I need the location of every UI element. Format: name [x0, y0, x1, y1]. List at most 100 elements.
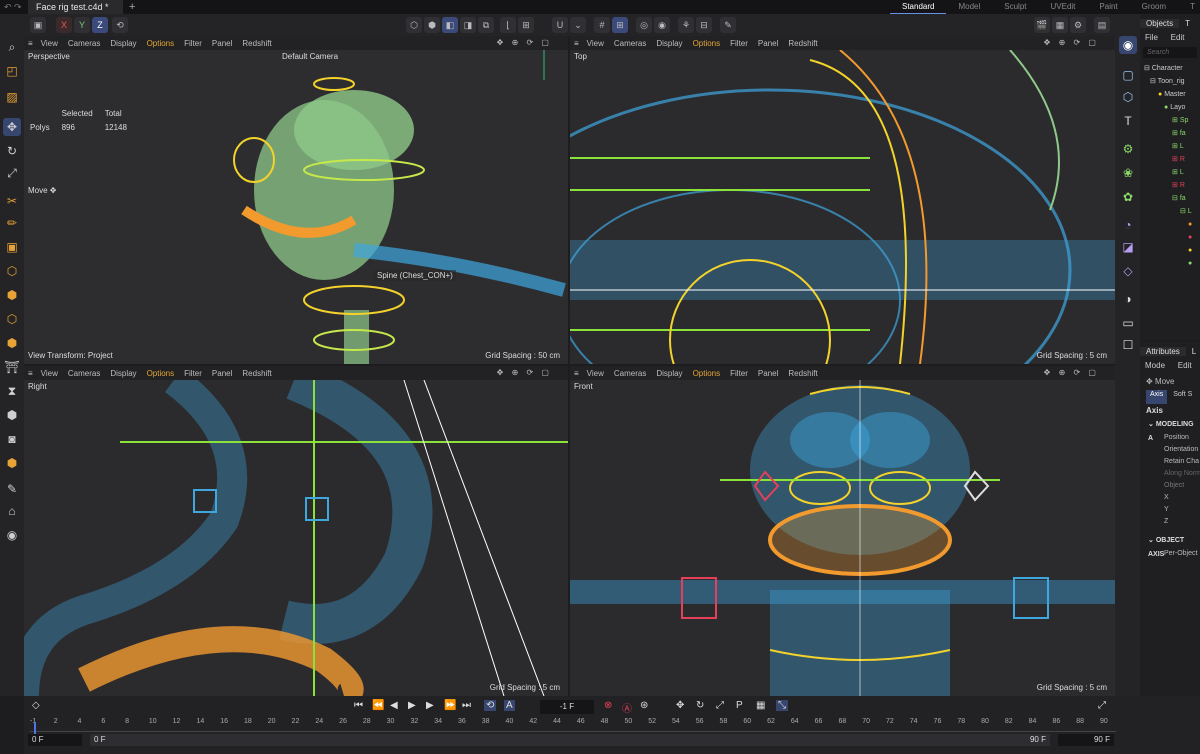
viewport-right[interactable]: ≡ View Cameras Display Options Filter Pa…: [24, 366, 568, 696]
coordinate-system-icon[interactable]: ⟲: [112, 17, 128, 33]
tweak-icon[interactable]: ✎: [720, 17, 736, 33]
solo-icon[interactable]: ◎: [636, 17, 652, 33]
motion-path-icon[interactable]: ⤡: [776, 700, 788, 711]
z-axis-button[interactable]: Z: [92, 17, 108, 33]
menu-redshift[interactable]: Redshift: [788, 369, 817, 378]
layout-standard[interactable]: Standard: [890, 0, 947, 14]
scale-key-icon[interactable]: ⤢: [716, 700, 724, 711]
interactive-render-icon[interactable]: ▤: [1094, 17, 1110, 33]
search-icon[interactable]: ⌕: [3, 38, 21, 56]
menu-redshift[interactable]: Redshift: [242, 39, 271, 48]
texture-mode-icon[interactable]: ⊞: [518, 17, 534, 33]
solo-hierarchy-icon[interactable]: ◉: [654, 17, 670, 33]
camera-icon[interactable]: ◉: [3, 526, 21, 544]
menu-display[interactable]: Display: [656, 39, 682, 48]
autokey-icon[interactable]: Ⓐ: [622, 700, 632, 715]
weld-icon[interactable]: ⛩: [3, 358, 21, 376]
polygon-pen-icon[interactable]: ▣: [3, 238, 21, 256]
cube-object-icon[interactable]: ▢: [1119, 66, 1137, 84]
live-selection-icon[interactable]: ◰: [3, 62, 21, 80]
viewport-top[interactable]: ≡ View Cameras Display Options Filter Pa…: [570, 36, 1115, 364]
pla-key-icon[interactable]: ▦: [756, 700, 765, 711]
menu-panel[interactable]: Panel: [758, 39, 778, 48]
grid-icon[interactable]: ⊞: [612, 17, 628, 33]
current-frame-field[interactable]: -1 F: [540, 700, 594, 714]
menu-redshift[interactable]: Redshift: [242, 369, 271, 378]
knife-icon[interactable]: ✂: [3, 192, 21, 210]
layout-paint[interactable]: Paint: [1087, 0, 1129, 14]
snap-settings-icon[interactable]: ⌄: [570, 17, 586, 33]
primitive-icon[interactable]: ⬡: [1119, 88, 1137, 106]
attr-retain-changes[interactable]: Retain Cha: [1140, 456, 1200, 468]
render-settings-icon[interactable]: ⚙: [1070, 17, 1086, 33]
menu-filter[interactable]: Filter: [184, 369, 202, 378]
viewport-perspective[interactable]: ≡ View Cameras Display Options Filter Pa…: [24, 36, 568, 364]
subtab-axis[interactable]: Axis: [1146, 390, 1168, 404]
subtab-soft-selection[interactable]: Soft S: [1171, 390, 1194, 404]
brush-icon[interactable]: ✏: [3, 214, 21, 232]
keyframe-icon[interactable]: ◇: [32, 700, 40, 711]
viewport-front[interactable]: ≡ View Cameras Display Options Filter Pa…: [570, 366, 1115, 696]
mograph-icon[interactable]: ❀: [1119, 164, 1137, 182]
polygon-mode-icon[interactable]: ◧: [442, 17, 458, 33]
tab-takes[interactable]: T: [1179, 19, 1196, 28]
tree-item[interactable]: ● Layo: [1140, 101, 1200, 114]
point-mode-icon[interactable]: ⬡: [406, 17, 422, 33]
tab-attributes[interactable]: Attributes: [1140, 346, 1186, 356]
text-icon[interactable]: T: [1119, 112, 1137, 130]
document-tab[interactable]: Face rig test.c4d * ×: [28, 0, 123, 26]
tree-item[interactable]: ⊞ R: [1140, 153, 1200, 166]
tree-item[interactable]: ⊟ fa: [1140, 192, 1200, 205]
cube-icon[interactable]: ▣: [30, 17, 46, 33]
frame-ruler[interactable]: -124681012141618202224262830323436384042…: [30, 718, 1116, 732]
attr-x[interactable]: X: [1140, 492, 1200, 504]
menu-panel[interactable]: Panel: [212, 369, 232, 378]
expand-timeline-icon[interactable]: ⤢: [1098, 700, 1106, 711]
menu-cameras[interactable]: Cameras: [68, 39, 100, 48]
param-key-icon[interactable]: P: [736, 700, 743, 711]
hamburger-icon[interactable]: ≡: [28, 369, 33, 378]
menu-options[interactable]: Options: [693, 369, 721, 378]
environment-icon[interactable]: ◑: [1119, 290, 1137, 308]
tree-item[interactable]: ⊞ Sp: [1140, 114, 1200, 127]
light-icon[interactable]: ☐: [1119, 336, 1137, 354]
viewport-nav-icons[interactable]: ✥ ⊕ ⟳ ▢: [1044, 368, 1099, 377]
menu-view[interactable]: View: [587, 369, 604, 378]
tree-item[interactable]: ● Master: [1140, 88, 1200, 101]
modeling-axis-header[interactable]: ⌄ MODELING A: [1140, 418, 1200, 442]
y-axis-button[interactable]: Y: [74, 17, 90, 33]
cloner-icon[interactable]: ✿: [1119, 188, 1137, 206]
attr-y[interactable]: Y: [1140, 504, 1200, 516]
objects-search-input[interactable]: Search: [1143, 47, 1197, 58]
menu-cameras[interactable]: Cameras: [614, 39, 646, 48]
next-frame-icon[interactable]: ▶: [426, 700, 434, 711]
tree-item[interactable]: ⊞ R: [1140, 179, 1200, 192]
rotate-tool-icon[interactable]: ↻: [3, 142, 21, 160]
lock-icon[interactable]: ⊟: [696, 17, 712, 33]
tree-item[interactable]: ●: [1140, 244, 1200, 257]
menu-display[interactable]: Display: [110, 369, 136, 378]
menu-filter[interactable]: Filter: [730, 369, 748, 378]
tree-item[interactable]: ●: [1140, 218, 1200, 231]
menu-display[interactable]: Display: [656, 369, 682, 378]
menu-mode[interactable]: Mode: [1140, 361, 1170, 370]
menu-edit[interactable]: Edit: [1166, 33, 1190, 42]
menu-cameras[interactable]: Cameras: [68, 369, 100, 378]
preview-range-slider[interactable]: 0 F 90 F: [90, 734, 1050, 746]
menu-options[interactable]: Options: [147, 369, 175, 378]
viewport-nav-icons[interactable]: ✥ ⊕ ⟳ ▢: [1044, 38, 1099, 47]
hamburger-icon[interactable]: ≡: [28, 39, 33, 48]
camera-object-icon[interactable]: ▭: [1119, 314, 1137, 332]
move-tool-icon[interactable]: ✥: [3, 118, 21, 136]
symmetry-icon[interactable]: ⚘: [678, 17, 694, 33]
tree-item[interactable]: ⊞ L: [1140, 166, 1200, 179]
hamburger-icon[interactable]: ≡: [574, 39, 579, 48]
pin-icon[interactable]: ◉: [1119, 36, 1137, 54]
layout-groom[interactable]: Groom: [1130, 0, 1178, 14]
menu-view[interactable]: View: [587, 39, 604, 48]
render-view-icon[interactable]: 🎬: [1034, 17, 1050, 33]
menu-panel[interactable]: Panel: [758, 369, 778, 378]
tree-item[interactable]: ●: [1140, 257, 1200, 270]
start-frame-field[interactable]: 0 F: [28, 734, 82, 746]
record-active-icon[interactable]: ⊗: [604, 700, 612, 711]
